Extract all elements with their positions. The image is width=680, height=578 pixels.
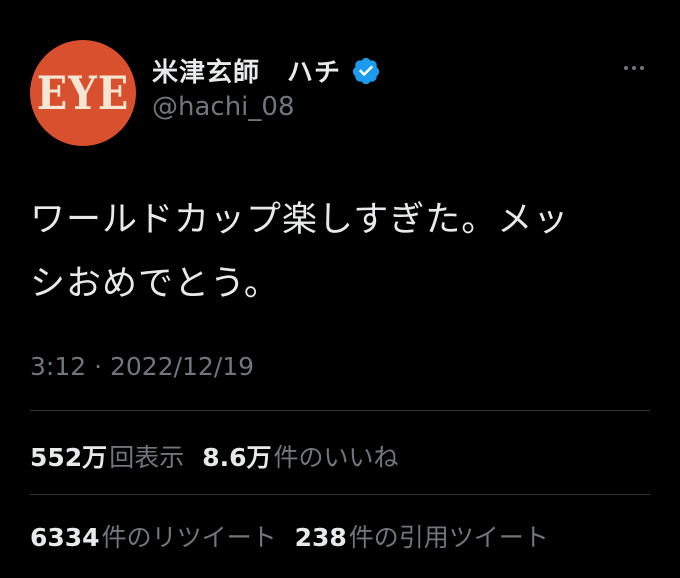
views-stat[interactable]: 552万 回表示 (30, 438, 184, 474)
avatar-logo-text: EYE (36, 65, 130, 121)
stats-row-views-likes: 552万 回表示 8.6万 件のいいね (30, 438, 399, 474)
divider (30, 494, 650, 495)
tweet-timestamp[interactable]: 3:12 · 2022/12/19 (30, 352, 254, 381)
likes-stat[interactable]: 8.6万 件のいいね (202, 438, 398, 474)
retweets-label: 件のリツイート (101, 523, 277, 552)
views-label: 回表示 (109, 443, 185, 472)
verified-badge-icon (351, 56, 381, 86)
likes-label: 件のいいね (273, 443, 399, 472)
likes-count: 8.6万 (202, 443, 272, 472)
user-name-row: 米津玄師 ハチ (152, 52, 381, 89)
quote-tweets-stat[interactable]: 238 件の引用ツイート (295, 518, 549, 554)
user-handle[interactable]: @hachi_08 (152, 92, 295, 122)
stats-row-retweets-quotes: 6334 件のリツイート 238 件の引用ツイート (30, 518, 549, 554)
avatar[interactable]: EYE (30, 40, 136, 146)
quote-tweets-label: 件の引用ツイート (348, 523, 549, 552)
more-options-icon[interactable] (624, 66, 644, 70)
retweets-count: 6334 (30, 523, 100, 552)
retweets-stat[interactable]: 6334 件のリツイート (30, 518, 277, 554)
divider (30, 410, 650, 411)
more-dot (640, 66, 644, 70)
tweet-text: ワールドカップ楽しすぎた。メッ シおめでとう。 (30, 200, 570, 304)
quote-tweets-count: 238 (294, 523, 347, 552)
views-count: 552万 (30, 443, 108, 472)
more-dot (632, 66, 636, 70)
display-name[interactable]: 米津玄師 ハチ (152, 52, 341, 89)
more-dot (624, 66, 628, 70)
